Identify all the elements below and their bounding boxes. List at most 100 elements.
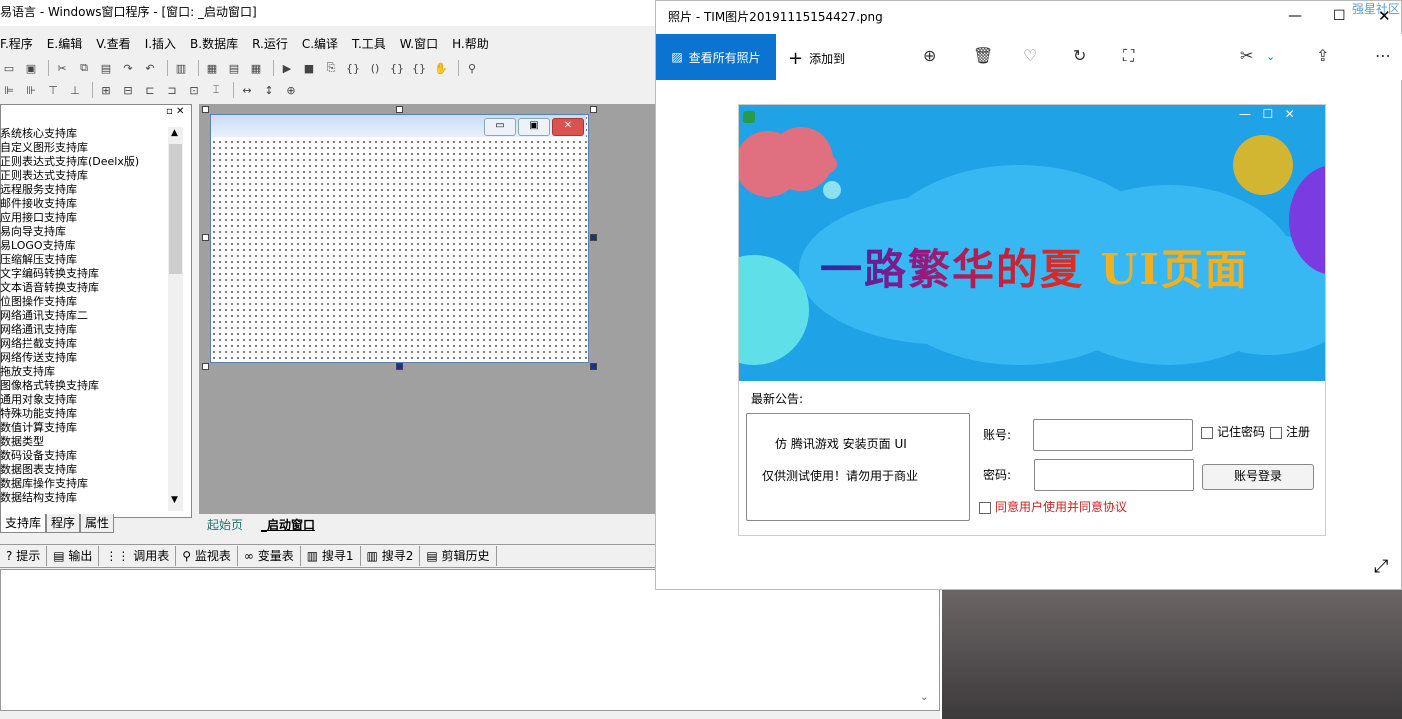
scroll-down-icon[interactable]: ▼ [171, 495, 178, 505]
edit-icon[interactable]: ✂ [1240, 46, 1253, 65]
list-item[interactable]: 通用对象支持库 [0, 393, 168, 407]
step-out-icon[interactable]: () [366, 60, 384, 76]
tab-startup-window[interactable]: _启动窗口 [261, 516, 315, 533]
tab-search1[interactable]: ▥ 搜寻1 [301, 546, 361, 566]
resize-handle[interactable] [590, 234, 597, 241]
run-icon[interactable]: ▶ [278, 60, 296, 76]
same-height-icon[interactable]: ⊐ [163, 82, 181, 98]
layout2-icon[interactable]: ▤ [225, 60, 243, 76]
align-center-icon[interactable]: ⊪ [22, 82, 40, 98]
list-item[interactable]: 文字编码转换支持库 [0, 267, 168, 281]
tab-program[interactable]: 程序 [46, 514, 81, 533]
list-item[interactable]: 网络拦截支持库 [0, 337, 168, 351]
same-size-icon[interactable]: ⊡ [185, 82, 203, 98]
list-item[interactable]: 位图操作支持库 [0, 295, 168, 309]
align-bottom-icon[interactable]: ⊥ [66, 82, 84, 98]
menu-help[interactable]: H.帮助 [452, 34, 495, 54]
menu-edit[interactable]: E.编辑 [47, 34, 88, 54]
scroll-up-icon[interactable]: ▲ [171, 128, 178, 138]
menu-view[interactable]: V.查看 [96, 34, 136, 54]
list-item[interactable]: 正则表达式支持库 [0, 169, 168, 183]
list-item[interactable]: 数据库操作支持库 [0, 477, 168, 491]
same-width-icon[interactable]: ⊏ [141, 82, 159, 98]
list-item[interactable]: 远程服务支持库 [0, 183, 168, 197]
list-item[interactable]: 数据图表支持库 [0, 463, 168, 477]
more-icon[interactable]: ⋯ [1375, 46, 1391, 65]
list-item[interactable]: 数据类型 [0, 435, 168, 449]
scroll-down-icon[interactable]: ⌄ [920, 692, 928, 703]
layout3-icon[interactable]: ▦ [247, 60, 265, 76]
crop-icon[interactable]: ⛶ [1123, 46, 1134, 66]
view-all-photos-button[interactable]: ▨ 查看所有照片 [656, 34, 776, 80]
align-top-icon[interactable]: ⊤ [44, 82, 62, 98]
zoom-in-icon[interactable]: ⊕ [923, 46, 936, 65]
list-item[interactable]: 数据结构支持库 [0, 491, 168, 505]
chevron-down-icon[interactable]: ⌄ [1266, 50, 1275, 63]
step-in-icon[interactable]: {} [344, 60, 362, 76]
undo-icon[interactable]: ↶ [141, 60, 159, 76]
center-icon[interactable]: ⌶ [207, 82, 225, 98]
rotate-icon[interactable]: ↻ [1073, 46, 1086, 65]
step-over-icon[interactable]: {} [388, 60, 406, 76]
space-h-icon[interactable]: ⊞ [97, 82, 115, 98]
open-icon[interactable]: ▭ [0, 60, 18, 76]
list-item[interactable]: 网络通讯支持库 [0, 323, 168, 337]
menu-database[interactable]: B.数据库 [190, 34, 244, 54]
list-item[interactable]: 网络传送支持库 [0, 351, 168, 365]
list-item[interactable]: 拖放支持库 [0, 365, 168, 379]
tab-hint[interactable]: ? 提示 [0, 546, 48, 566]
menu-compile[interactable]: C.编译 [302, 34, 344, 54]
binoculars-icon[interactable]: ⚲ [463, 60, 481, 76]
menu-program[interactable]: F.程序 [0, 34, 39, 54]
menu-run[interactable]: R.运行 [252, 34, 294, 54]
minimize-icon[interactable]: — [1288, 8, 1302, 24]
list-item[interactable]: 自定义图形支持库 [0, 141, 168, 155]
tab-watch[interactable]: ⚲ 监视表 [176, 546, 238, 566]
tab-search2[interactable]: ▥ 搜寻2 [361, 546, 421, 566]
output-area[interactable] [0, 569, 940, 711]
list-item[interactable]: 文本语音转换支持库 [0, 281, 168, 295]
list-item[interactable]: 易向导支持库 [0, 225, 168, 239]
library-scroll-thumb[interactable] [169, 144, 182, 274]
stop-icon[interactable]: ■ [300, 60, 318, 76]
menu-insert[interactable]: I.插入 [145, 34, 182, 54]
fullscreen-icon[interactable]: ⤢ [1374, 556, 1388, 577]
resize-handle[interactable] [396, 363, 403, 370]
design-form[interactable] [210, 114, 589, 363]
space-v-icon[interactable]: ⊟ [119, 82, 137, 98]
save-icon[interactable]: ▣ [22, 60, 40, 76]
tab-output[interactable]: ▤ 输出 [47, 546, 100, 566]
align-left-icon[interactable]: ⊫ [0, 82, 18, 98]
tab-properties[interactable]: 属性 [80, 514, 115, 533]
menu-window[interactable]: W.窗口 [400, 34, 444, 54]
tab-clip-history[interactable]: ▤ 剪辑历史 [420, 546, 497, 566]
pin-icon[interactable]: ▫ ✕ [166, 106, 184, 117]
hand-icon[interactable]: ✋ [432, 60, 450, 76]
watch-icon[interactable]: {} [410, 60, 428, 76]
list-item[interactable]: 特殊功能支持库 [0, 407, 168, 421]
resize-handle[interactable] [590, 106, 597, 113]
share-icon[interactable]: ⇪ [1316, 46, 1329, 65]
resize-handle[interactable] [202, 234, 209, 241]
redo-icon[interactable]: ↷ [119, 60, 137, 76]
grid-icon[interactable]: ⊕ [282, 82, 300, 98]
copy-icon[interactable]: ⧉ [75, 60, 93, 76]
list-item[interactable]: 邮件接收支持库 [0, 197, 168, 211]
close-icon[interactable]: ✕ [1378, 7, 1391, 25]
resize-handle[interactable] [590, 363, 597, 370]
list-item[interactable]: 应用接口支持库 [0, 211, 168, 225]
list-item[interactable]: 数值计算支持库 [0, 421, 168, 435]
delete-icon[interactable]: 🗑 [973, 46, 993, 65]
list-item[interactable]: 压缩解压支持库 [0, 253, 168, 267]
find-icon[interactable]: ▥ [172, 60, 190, 76]
tab-variables[interactable]: ∞ 变量表 [238, 546, 301, 566]
maximize-icon[interactable]: ☐ [1333, 8, 1346, 24]
list-item[interactable]: 系统核心支持库 [0, 127, 168, 141]
list-item[interactable]: 数码设备支持库 [0, 449, 168, 463]
layout1-icon[interactable]: ▦ [203, 60, 221, 76]
v-center-icon[interactable]: ↕ [260, 82, 278, 98]
list-item[interactable]: 正则表达式支持库(Deelx版) [0, 155, 168, 169]
tab-call-table[interactable]: ⋮⋮ 调用表 [99, 546, 177, 566]
step-icon[interactable]: ⎘ [322, 60, 340, 76]
list-item[interactable]: 易LOGO支持库 [0, 239, 168, 253]
